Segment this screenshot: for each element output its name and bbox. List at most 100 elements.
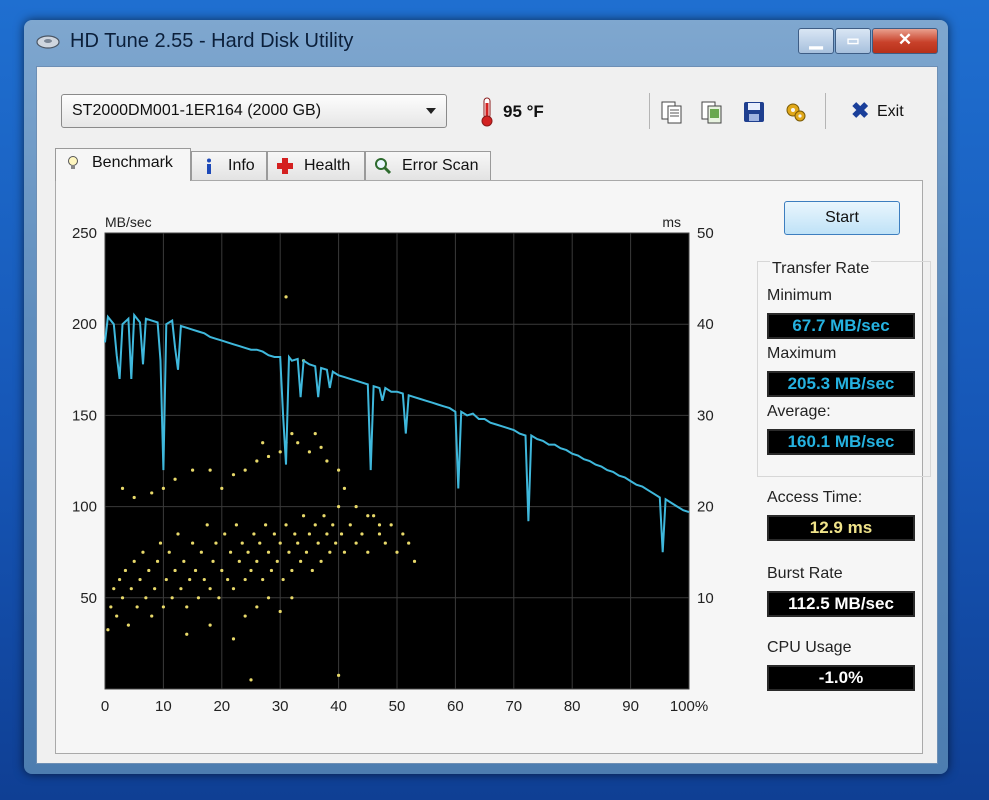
access-time-point bbox=[231, 637, 236, 641]
access-time-point bbox=[284, 523, 288, 527]
copy-text-icon[interactable] bbox=[659, 99, 685, 125]
options-icon[interactable] bbox=[783, 99, 809, 125]
access-time-point bbox=[132, 559, 136, 563]
access-time-point bbox=[310, 568, 314, 573]
drive-select[interactable]: ST2000DM001-1ER164 (2000 GB) bbox=[61, 94, 447, 128]
access-time-point bbox=[307, 450, 311, 454]
window-controls: ▁ ▭ ✕ bbox=[797, 28, 938, 54]
access-time-point bbox=[278, 450, 282, 454]
access-time-point bbox=[325, 532, 329, 536]
drive-select-value: ST2000DM001-1ER164 (2000 GB) bbox=[72, 102, 322, 119]
access-time-point bbox=[307, 532, 311, 536]
access-time-point bbox=[144, 596, 148, 600]
access-time-point bbox=[301, 514, 306, 518]
y-axis-label: MB/sec bbox=[105, 214, 152, 230]
close-button[interactable]: ✕ bbox=[872, 28, 938, 54]
access-time-point bbox=[284, 295, 288, 299]
access-time-point bbox=[331, 523, 335, 527]
access-time-point bbox=[412, 559, 417, 563]
access-time-point bbox=[118, 577, 122, 582]
tab-info[interactable]: Info bbox=[191, 151, 267, 180]
access-time-point bbox=[407, 541, 411, 545]
y2-tick-label: 50 bbox=[697, 225, 714, 242]
chevron-down-icon bbox=[426, 108, 436, 114]
access-time-point bbox=[231, 587, 236, 591]
access-time-point bbox=[164, 577, 168, 582]
access-time-point bbox=[234, 523, 238, 527]
tab-benchmark[interactable]: Benchmark bbox=[55, 148, 191, 181]
cpu-usage-label: CPU Usage bbox=[767, 639, 852, 656]
access-time-point bbox=[278, 609, 282, 614]
average-value: 160.1 MB/sec bbox=[767, 429, 915, 455]
maximize-button[interactable]: ▭ bbox=[835, 28, 871, 54]
app-window: HD Tune 2.55 - Hard Disk Utility ▁ ▭ ✕ S… bbox=[24, 20, 948, 774]
access-time-point bbox=[112, 587, 116, 591]
access-time-point bbox=[383, 541, 387, 545]
access-time-point bbox=[304, 550, 309, 554]
access-time-point bbox=[188, 577, 192, 582]
access-time-point bbox=[191, 541, 195, 545]
access-time-point bbox=[246, 550, 250, 554]
access-time-point bbox=[237, 559, 241, 563]
access-time-point bbox=[138, 577, 142, 582]
access-time-point bbox=[191, 468, 195, 472]
access-time-point bbox=[377, 523, 382, 527]
x-tick-label: 30 bbox=[272, 698, 289, 715]
access-time-point bbox=[334, 541, 338, 545]
title-bar[interactable]: HD Tune 2.55 - Hard Disk Utility ▁ ▭ ✕ bbox=[24, 20, 948, 64]
access-time-point bbox=[261, 577, 265, 582]
access-time-point bbox=[342, 486, 347, 490]
start-button[interactable]: Start bbox=[784, 201, 900, 235]
maximum-value: 205.3 MB/sec bbox=[767, 371, 915, 397]
tab-health[interactable]: Health bbox=[267, 151, 365, 180]
access-time-point bbox=[325, 459, 329, 463]
exit-x-icon: ✖ bbox=[851, 98, 870, 123]
access-time-point bbox=[296, 441, 300, 445]
access-time-point bbox=[319, 559, 323, 563]
access-time-point bbox=[158, 541, 163, 545]
access-time-point bbox=[337, 673, 341, 677]
access-time-point bbox=[249, 678, 253, 682]
access-time-point bbox=[109, 605, 113, 609]
x-tick-label: 60 bbox=[447, 698, 464, 715]
access-time-point bbox=[372, 514, 376, 518]
tab-error-scan[interactable]: Error Scan bbox=[365, 151, 491, 180]
access-time-point bbox=[240, 541, 244, 545]
access-time-point bbox=[328, 550, 332, 554]
access-time-point bbox=[126, 623, 130, 627]
main-client-area: ST2000DM001-1ER164 (2000 GB) 95 °F ✖ Exi… bbox=[36, 66, 938, 764]
exit-label: Exit bbox=[877, 103, 904, 120]
average-label: Average: bbox=[767, 403, 831, 420]
x-tick-label: 50 bbox=[389, 698, 406, 715]
copy-screenshot-icon[interactable] bbox=[699, 99, 725, 125]
access-time-point bbox=[106, 628, 110, 632]
minimum-label: Minimum bbox=[767, 287, 832, 304]
access-time-point bbox=[272, 532, 276, 536]
access-time-point bbox=[296, 541, 300, 545]
access-time-point bbox=[123, 568, 128, 573]
access-time-point bbox=[266, 454, 271, 459]
access-time-point bbox=[313, 523, 317, 527]
y-tick-label: 150 bbox=[72, 407, 97, 424]
access-time-point bbox=[366, 514, 370, 518]
close-icon: ✕ bbox=[897, 30, 913, 49]
access-time-point bbox=[173, 568, 177, 573]
cpu-usage-value: -1.0% bbox=[767, 665, 915, 691]
app-disk-icon bbox=[36, 35, 60, 49]
access-time-point bbox=[395, 550, 399, 554]
access-time-point bbox=[231, 473, 236, 477]
access-time-point bbox=[322, 514, 326, 518]
access-time-point bbox=[266, 596, 271, 600]
access-time-point bbox=[147, 568, 151, 573]
save-icon[interactable] bbox=[741, 99, 767, 125]
access-time-point bbox=[120, 596, 125, 600]
access-time-value: 12.9 ms bbox=[767, 515, 915, 541]
x-tick-label: 70 bbox=[505, 698, 522, 715]
x-tick-label: 100% bbox=[670, 698, 708, 715]
y-tick-label: 200 bbox=[72, 316, 97, 333]
x-tick-label: 40 bbox=[330, 698, 347, 715]
access-time-point bbox=[120, 486, 125, 490]
minimize-button[interactable]: ▁ bbox=[798, 28, 834, 54]
y-tick-label: 250 bbox=[72, 225, 97, 242]
access-time-point bbox=[217, 596, 221, 600]
